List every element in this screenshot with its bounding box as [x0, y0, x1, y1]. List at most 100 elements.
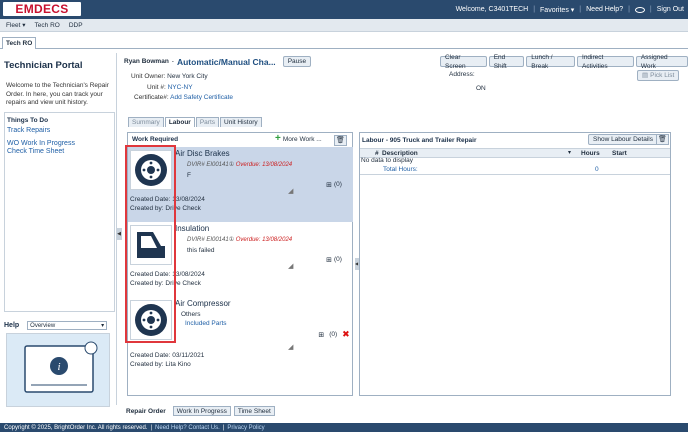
labour-title: Labour - 905 Truck and Trailer Repair — [362, 137, 477, 144]
sort-icon[interactable]: ▾ — [568, 149, 571, 156]
app-logo[interactable]: EMDECS — [3, 2, 81, 16]
work-title: Air Compressor — [175, 299, 231, 308]
indirect-activities-button[interactable]: Indirect Activities — [577, 54, 634, 70]
nav-bar: Fleet ▾ Tech RO DDP — [0, 19, 688, 32]
created-by: Created by: Lita Kino — [130, 361, 191, 368]
resize-grip-icon: ◢ — [288, 188, 294, 195]
work-cause: F — [187, 172, 191, 179]
mechanic-icon[interactable]: ⊞ — [326, 256, 332, 264]
divider: | — [649, 6, 652, 13]
dvir-info: DVIR# EI00141① Overdue: 13/08/2024 — [187, 162, 293, 168]
pause-button[interactable]: Pause — [282, 56, 312, 67]
included-parts-link[interactable]: Included Parts — [185, 320, 227, 327]
end-shift-button[interactable]: End Shift — [488, 54, 525, 70]
chevron-down-icon: ▾ — [101, 323, 105, 329]
mode-title: Automatic/Manual Cha... — [176, 56, 276, 67]
col-number[interactable]: # — [375, 150, 379, 157]
delete-icon[interactable]: ✖ — [342, 329, 350, 340]
resize-grip-icon: ◢ — [288, 344, 294, 351]
more-work-button[interactable]: + More Work ... — [275, 133, 322, 144]
copyright-text: Copyright © 2025, BrightOrder Inc. All r… — [4, 424, 148, 431]
highlight-box — [125, 145, 176, 343]
chevron-down-icon: ▾ — [570, 6, 575, 14]
nav-ddp[interactable]: DDP — [69, 22, 83, 29]
created-date: Created Date: 03/11/2021 — [130, 352, 205, 359]
col-start[interactable]: Start — [612, 150, 627, 157]
unit-field: Unit #: NYC-NY — [147, 84, 193, 91]
page-title: Technician Portal — [4, 60, 83, 71]
top-right-menu: Welcome, C3401TECH | Favorites ▾ | Need … — [456, 0, 684, 19]
unit-link[interactable]: NYC-NY — [168, 84, 193, 91]
help-video-thumbnail[interactable]: i — [6, 333, 110, 407]
tab-summary[interactable]: Summary — [128, 117, 164, 127]
todo-title: Things To Do — [7, 117, 49, 124]
tab-parts[interactable]: Parts — [195, 117, 220, 127]
add-certificate-link[interactable]: Add Safety Certificate — [170, 94, 233, 101]
help-bar: Help Overview ▾ — [4, 320, 111, 331]
add-icon: + — [275, 133, 281, 144]
check-time-sheet-link[interactable]: Check Time Sheet — [7, 148, 64, 155]
work-title: Air Disc Brakes — [175, 149, 230, 158]
clear-screen-button[interactable]: Clear Screen — [440, 54, 487, 70]
work-required-title: Work Required — [132, 136, 179, 143]
resize-grip-icon: ◢ — [288, 263, 294, 270]
tab-repair-order[interactable]: Repair Order — [122, 406, 170, 416]
need-help-link[interactable]: Need Help? — [586, 6, 623, 13]
welcome-text: Welcome to the Technician's Repair Order… — [6, 82, 109, 106]
col-hours[interactable]: Hours — [581, 150, 600, 157]
mechanic-icon[interactable]: ⊞ — [318, 331, 324, 339]
work-card-side: ⊞ (0) — [326, 256, 342, 264]
bottom-tabs: Repair Order Work In Progress Time Sheet — [122, 406, 275, 416]
tab-unit-history[interactable]: Unit History — [220, 117, 262, 127]
trash-icon[interactable]: 🗑 — [334, 135, 347, 146]
tab-tech-ro[interactable]: Tech RO — [2, 37, 37, 49]
unit-owner-field: Unit Owner: New York City — [131, 73, 208, 80]
work-cause: this failed — [187, 247, 215, 254]
collapse-left-panel-handle[interactable]: ◀ — [116, 228, 122, 240]
ro-subtabs: Summary Labour Parts Unit History — [128, 117, 262, 127]
chevron-down-icon: ▾ — [22, 22, 26, 29]
tab-labour[interactable]: Labour — [164, 117, 195, 127]
wo-in-progress-link[interactable]: WO Work In Progress — [7, 140, 75, 147]
trash-icon[interactable]: 🗑 — [656, 134, 669, 145]
technician-name: Ryan Bowman — [124, 58, 169, 65]
tab-work-in-progress[interactable]: Work In Progress — [172, 406, 231, 416]
dvir-info: DVIR# EI00141① Overdue: 13/08/2024 — [187, 237, 293, 243]
help-topic-select[interactable]: Overview ▾ — [27, 321, 108, 330]
contact-us-link[interactable]: Need Help? Contact Us. — [155, 425, 220, 431]
work-card-side: ⊞ (0) ✖ — [318, 329, 350, 340]
pick-list-button[interactable]: ▤ Pick List — [637, 70, 680, 81]
lunch-break-button[interactable]: Lunch / Break — [526, 54, 576, 70]
total-hours-label: Total Hours: — [383, 166, 418, 173]
total-hours-value: 0 — [595, 166, 599, 173]
show-labour-details-button[interactable]: Show Labour Details — [588, 134, 658, 145]
nav-tech-ro[interactable]: Tech RO — [35, 22, 60, 29]
assigned-work-button[interactable]: Assigned Work — [635, 54, 688, 70]
action-buttons: Clear Screen End Shift Lunch / Break Ind… — [440, 54, 688, 70]
divider: | — [533, 6, 536, 13]
work-subtitle: Others — [181, 311, 201, 318]
tab-bar — [0, 37, 688, 49]
tab-time-sheet[interactable]: Time Sheet — [233, 406, 275, 416]
sign-out-link[interactable]: Sign Out — [657, 6, 684, 13]
print-icon: ▤ — [642, 72, 649, 79]
labour-total-row: Total Hours: 0 — [360, 166, 670, 175]
favorites-menu[interactable]: Favorites ▾ — [540, 6, 574, 14]
privacy-policy-link[interactable]: Privacy Policy — [227, 425, 264, 431]
mechanic-icon[interactable]: ⊞ — [326, 181, 332, 189]
work-title: Insulation — [175, 224, 210, 233]
work-card-side: ⊞ (0) — [315, 147, 353, 222]
certificate-field: Certificate#: Add Safety Certificate — [134, 94, 234, 101]
footer: Copyright © 2025, BrightOrder Inc. All r… — [0, 423, 688, 432]
divider: | — [579, 6, 582, 13]
nav-fleet[interactable]: Fleet ▾ — [6, 21, 26, 29]
welcome-text: Welcome, C3401TECH — [455, 6, 529, 13]
help-label: Help — [4, 322, 20, 329]
svg-text:i: i — [57, 361, 60, 373]
col-description[interactable]: Description — [382, 150, 418, 157]
labour-empty-text: No data to display — [361, 157, 414, 164]
track-repairs-link[interactable]: Track Repairs — [7, 127, 50, 134]
chat-icon[interactable] — [634, 6, 645, 13]
address-label: Address: — [449, 71, 475, 78]
status-value: ON — [476, 85, 486, 92]
